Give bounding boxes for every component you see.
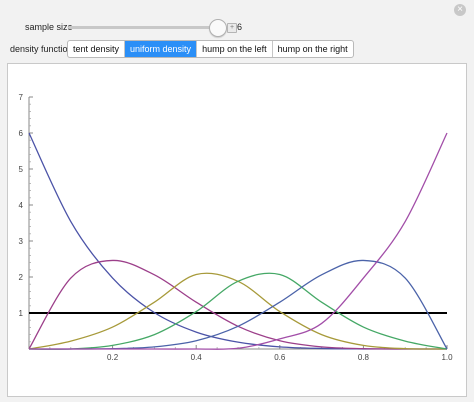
option-tent-density[interactable]: tent density	[68, 41, 126, 57]
option-hump-left[interactable]: hump on the left	[197, 41, 273, 57]
x-tick-label: 0.4	[191, 353, 203, 362]
close-icon[interactable]: ×	[454, 4, 466, 16]
series-line-4	[28, 272, 448, 350]
y-tick-label: 4	[19, 201, 24, 210]
sample-size-value: 6	[237, 22, 243, 32]
density-chart: 1 2 3 4 5 6 7 0.2 0.4 0.6 0.8 1.0	[19, 93, 454, 362]
x-tick-label: 0.8	[358, 353, 370, 362]
plus-icon[interactable]: +	[227, 23, 237, 33]
x-tick-label: 0.6	[274, 353, 286, 362]
y-tick-label: 7	[19, 93, 24, 102]
y-tick-label: 3	[19, 237, 24, 246]
y-tick-label: 2	[19, 273, 24, 282]
series-line-2	[28, 259, 448, 350]
series-line-6	[29, 132, 448, 350]
y-tick-label: 5	[19, 165, 24, 174]
y-tick-label: 1	[19, 309, 24, 318]
x-tick-label: 1.0	[441, 353, 453, 362]
slider-thumb[interactable]	[209, 19, 227, 37]
sample-size-label: sample size	[25, 22, 73, 32]
density-selector: tent density uniform density hump on the…	[67, 40, 354, 58]
x-tick-label: 0.2	[107, 353, 119, 362]
slider-fill	[68, 26, 209, 29]
option-uniform-density[interactable]: uniform density	[125, 41, 198, 57]
series-line-1	[28, 132, 448, 350]
y-tick-label: 6	[19, 129, 24, 138]
series-line-5	[28, 259, 448, 350]
option-hump-right[interactable]: hump on the right	[273, 41, 353, 57]
sample-size-slider[interactable]	[68, 26, 218, 29]
plot-panel: 1 2 3 4 5 6 7 0.2 0.4 0.6 0.8 1.0	[7, 63, 467, 397]
series-line-3	[28, 272, 448, 350]
density-function-label: density function	[10, 44, 73, 54]
